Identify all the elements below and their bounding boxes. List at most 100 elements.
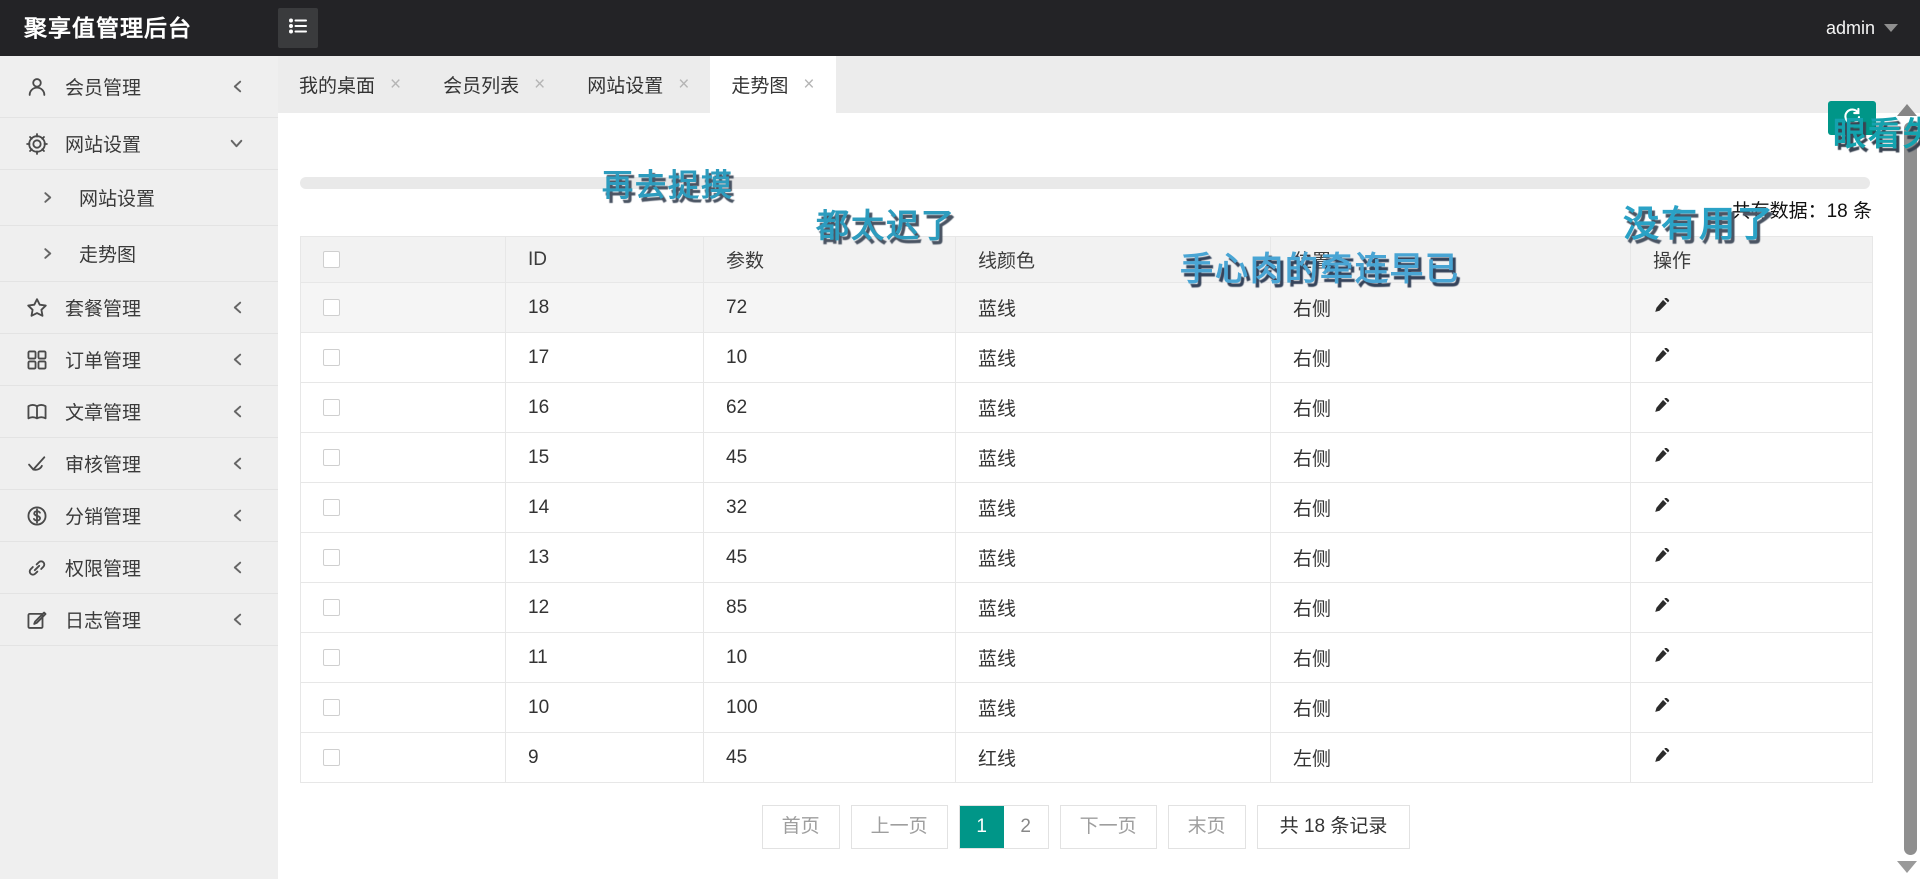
cell-position: 右侧 <box>1271 433 1631 483</box>
chevron-left-icon <box>231 79 244 94</box>
edit-button[interactable] <box>1653 548 1672 567</box>
cell-param: 72 <box>704 283 956 333</box>
sidebar-item-distribution-mgmt[interactable]: 分销管理 <box>0 490 278 542</box>
cell-color: 蓝线 <box>956 633 1271 683</box>
sidebar-subitem-site-settings[interactable]: 网站设置 <box>0 170 278 226</box>
close-icon[interactable]: × <box>678 75 689 94</box>
row-checkbox[interactable] <box>323 649 340 666</box>
tab-label: 我的桌面 <box>299 71 375 98</box>
sidebar-item-label: 分销管理 <box>65 502 141 529</box>
cell-position: 右侧 <box>1271 483 1631 533</box>
row-checkbox[interactable] <box>323 499 340 516</box>
scrollbar-down-arrow[interactable] <box>1897 861 1917 873</box>
row-checkbox[interactable] <box>323 349 340 366</box>
edit-button[interactable] <box>1653 698 1672 717</box>
tab-member-list[interactable]: 会员列表 × <box>422 56 566 113</box>
cell-id: 9 <box>506 733 704 783</box>
tab-label: 走势图 <box>731 71 788 98</box>
edit-button[interactable] <box>1653 348 1672 367</box>
page-1-button[interactable]: 1 <box>960 806 1004 848</box>
tab-site-settings[interactable]: 网站设置 × <box>566 56 710 113</box>
table-row: 9 45 红线 左侧 <box>301 733 1873 783</box>
close-icon[interactable]: × <box>803 75 814 94</box>
sidebar-subitem-trend-chart[interactable]: 走势图 <box>0 226 278 282</box>
sidebar-item-audit-mgmt[interactable]: 审核管理 <box>0 438 278 490</box>
row-checkbox[interactable] <box>323 449 340 466</box>
cell-position: 右侧 <box>1271 683 1631 733</box>
sidebar-item-member-mgmt[interactable]: 会员管理 <box>0 56 278 118</box>
edit-button[interactable] <box>1653 498 1672 517</box>
tab-my-desktop[interactable]: 我的桌面 × <box>278 56 422 113</box>
tab-trend-chart[interactable]: 走势图 × <box>710 56 835 113</box>
edit-button[interactable] <box>1653 598 1672 617</box>
sidebar-toggle-button[interactable] <box>278 8 318 48</box>
row-checkbox[interactable] <box>323 299 340 316</box>
sidebar-subitem-label: 网站设置 <box>79 184 155 211</box>
cell-id: 11 <box>506 633 704 683</box>
sidebar-item-order-mgmt[interactable]: 订单管理 <box>0 334 278 386</box>
cell-id: 13 <box>506 533 704 583</box>
page-2-button[interactable]: 2 <box>1004 806 1048 848</box>
row-checkbox[interactable] <box>323 399 340 416</box>
prev-page-button[interactable]: 上一页 <box>851 805 948 849</box>
row-checkbox[interactable] <box>323 699 340 716</box>
last-page-button[interactable]: 末页 <box>1168 805 1246 849</box>
first-page-button[interactable]: 首页 <box>762 805 840 849</box>
sidebar-item-article-mgmt[interactable]: 文章管理 <box>0 386 278 438</box>
chevron-down-icon <box>1884 24 1898 32</box>
sidebar-item-label: 网站设置 <box>65 130 141 157</box>
refresh-button[interactable] <box>1828 101 1876 135</box>
cell-id: 18 <box>506 283 704 333</box>
cell-id: 15 <box>506 433 704 483</box>
edit-button[interactable] <box>1653 448 1672 467</box>
table-row: 18 72 蓝线 右侧 <box>301 283 1873 333</box>
chevron-left-icon <box>231 560 244 575</box>
row-checkbox[interactable] <box>323 599 340 616</box>
scrollbar-thumb[interactable] <box>1904 122 1917 855</box>
edit-button[interactable] <box>1653 398 1672 417</box>
hamburger-icon <box>286 14 310 43</box>
cell-color: 蓝线 <box>956 583 1271 633</box>
arrow-right-icon <box>42 247 53 260</box>
sidebar-item-permission-mgmt[interactable]: 权限管理 <box>0 542 278 594</box>
close-icon[interactable]: × <box>390 75 401 94</box>
dollar-icon <box>26 505 48 527</box>
cell-param: 85 <box>704 583 956 633</box>
edit-button[interactable] <box>1653 298 1672 317</box>
row-checkbox[interactable] <box>323 549 340 566</box>
next-page-button[interactable]: 下一页 <box>1060 805 1157 849</box>
sidebar-item-label: 日志管理 <box>65 606 141 633</box>
column-header-param: 参数 <box>704 237 956 283</box>
username-label: admin <box>1826 18 1875 39</box>
sidebar-item-log-mgmt[interactable]: 日志管理 <box>0 594 278 646</box>
sidebar-item-package-mgmt[interactable]: 套餐管理 <box>0 282 278 334</box>
cell-param: 10 <box>704 633 956 683</box>
collapsed-panel-strip <box>300 177 1870 189</box>
cell-color: 红线 <box>956 733 1271 783</box>
select-all-checkbox[interactable] <box>323 251 340 268</box>
cell-position: 右侧 <box>1271 333 1631 383</box>
app-title: 聚享值管理后台 <box>24 0 192 56</box>
chevron-left-icon <box>231 508 244 523</box>
chevron-left-icon <box>231 404 244 419</box>
cell-param: 10 <box>704 333 956 383</box>
sidebar-item-label: 订单管理 <box>65 346 141 373</box>
sidebar-item-label: 会员管理 <box>65 73 141 100</box>
pagination: 首页 上一页 1 2 下一页 末页 共 18 条记录 <box>300 805 1872 849</box>
row-checkbox[interactable] <box>323 749 340 766</box>
edit-button[interactable] <box>1653 748 1672 767</box>
close-icon[interactable]: × <box>534 75 545 94</box>
user-menu[interactable]: admin <box>1826 0 1898 56</box>
sidebar-item-site-settings[interactable]: 网站设置 <box>0 118 278 170</box>
scrollbar-up-arrow[interactable] <box>1897 104 1917 116</box>
star-icon <box>26 297 48 319</box>
cell-color: 蓝线 <box>956 333 1271 383</box>
cell-id: 17 <box>506 333 704 383</box>
edit-button[interactable] <box>1653 648 1672 667</box>
chevron-left-icon <box>231 352 244 367</box>
cell-param: 62 <box>704 383 956 433</box>
sidebar-item-label: 文章管理 <box>65 398 141 425</box>
sidebar-item-label: 审核管理 <box>65 450 141 477</box>
cell-id: 14 <box>506 483 704 533</box>
chevron-left-icon <box>231 612 244 627</box>
